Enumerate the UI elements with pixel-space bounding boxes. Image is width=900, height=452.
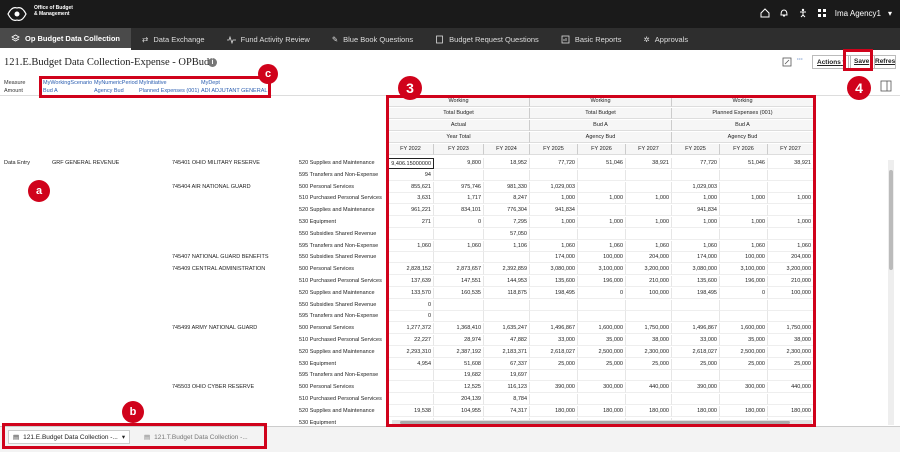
tab-blue-book-questions[interactable]: ✎ Blue Book Questions	[321, 28, 424, 50]
dept-label: 745407 NATIONAL GUARD BENEFITS	[172, 254, 269, 261]
tab-op-budget-data-collection[interactable]: Op Budget Data Collection	[0, 28, 132, 50]
dept-label	[172, 394, 297, 405]
dept-label	[172, 241, 297, 252]
account-label: 510 Purchased Personal Services	[299, 195, 382, 202]
approvals-icon: ✲	[643, 34, 650, 44]
dept-label: 745499 ARMY NATIONAL GUARD	[172, 325, 258, 332]
nav-tabs: Op Budget Data Collection ⇄ Data Exchange…	[0, 28, 900, 50]
dept-label: 745409 CENTRAL ADMINISTRATION	[172, 266, 266, 273]
account-label: 550 Subsidies Shared Revenue	[299, 230, 377, 237]
account-label: 500 Personal Services	[299, 384, 355, 391]
callout-c-badge: c	[258, 64, 278, 84]
dept-label	[172, 205, 297, 216]
tab-data-exchange[interactable]: ⇄ Data Exchange	[131, 28, 216, 50]
account-label: 520 Supplies and Maintenance	[299, 348, 375, 355]
ohio-logo-icon	[7, 7, 27, 21]
fund-label: GRF GENERAL REVENUE	[52, 160, 120, 166]
account-label: 510 Purchased Personal Services	[299, 396, 382, 402]
refresh-button[interactable]: Refresh	[872, 55, 896, 69]
callout-3-box	[386, 95, 816, 427]
page-header: 121.E.Budget Data Collection-Expense - O…	[0, 52, 900, 72]
account-label: 550 Subsidies Shared Revenue	[299, 301, 377, 308]
info-icon[interactable]: i	[208, 58, 217, 67]
account-label: 595 Transfers and Non-Expense	[299, 313, 379, 320]
account-label: 530 Equipment	[299, 360, 336, 367]
edit-form-icon[interactable]	[782, 57, 792, 67]
dept-label: 745401 OHIO MILITARY RESERVE	[172, 160, 260, 166]
exchange-icon: ⇄	[142, 34, 149, 44]
account-label: 550 Subsidies Shared Revenue	[299, 254, 377, 261]
account-label: 510 Purchased Personal Services	[299, 278, 382, 284]
accessibility-icon[interactable]	[797, 7, 809, 19]
dept-label	[172, 229, 297, 240]
dept-label	[172, 288, 297, 299]
callout-b-box	[2, 423, 267, 449]
home-icon[interactable]	[759, 7, 771, 19]
account-label: 520 Supplies and Maintenance	[299, 207, 375, 214]
dept-label	[172, 311, 297, 322]
dept-label	[172, 300, 297, 311]
account-label: 595 Transfers and Non-Expense	[299, 242, 379, 249]
dept-label	[172, 193, 297, 204]
account-label: 520 Supplies and Maintenance	[299, 160, 375, 166]
navigator-icon[interactable]	[816, 7, 828, 19]
more-button[interactable]: ···	[797, 57, 803, 63]
top-bar: Office of Budget & Management Ima Agency1…	[0, 0, 900, 28]
callout-4-badge: 4	[847, 76, 871, 100]
pov-measure-label: Measure	[4, 80, 26, 86]
report-icon	[561, 35, 570, 43]
bell-icon[interactable]	[778, 7, 790, 19]
page-title: 121.E.Budget Data Collection-Expense - O…	[4, 57, 210, 68]
panel-toggle-icon[interactable]	[880, 80, 892, 92]
layers-icon	[11, 34, 20, 41]
dept-label: 745404 AIR NATIONAL GUARD	[172, 183, 251, 190]
account-label: 520 Supplies and Maintenance	[299, 289, 375, 296]
account-label: 500 Personal Services	[299, 183, 355, 190]
account-label: 500 Personal Services	[299, 266, 355, 273]
dept-label	[172, 359, 297, 370]
dept-label	[172, 170, 297, 181]
pov-amount-label: Amount	[4, 88, 23, 94]
pulse-icon	[226, 35, 236, 44]
dept-label	[172, 347, 297, 358]
callout-a-badge: a	[28, 180, 50, 202]
document-icon	[436, 35, 444, 43]
chevron-down-icon[interactable]: ▾	[888, 9, 892, 18]
user-menu[interactable]: Ima Agency1	[835, 9, 881, 18]
callout-3-badge: 3	[398, 76, 422, 100]
dept-label	[172, 217, 297, 228]
account-label: 530 Equipment	[299, 219, 336, 225]
account-label: 530 Equipment	[299, 419, 336, 425]
tab-fund-activity-review[interactable]: Fund Activity Review	[216, 28, 321, 50]
dept-label	[172, 370, 297, 381]
tab-approvals[interactable]: ✲ Approvals	[633, 28, 700, 50]
dept-label	[172, 406, 297, 417]
dept-label: 745503 OHIO CYBER RESERVE	[172, 384, 255, 391]
callout-b-badge: b	[122, 401, 144, 423]
data-entry-label: Data Entry	[4, 160, 30, 166]
account-label: 595 Transfers and Non-Expense	[299, 372, 379, 379]
account-label: 500 Personal Services	[299, 325, 355, 332]
account-label: 595 Transfers and Non-Expense	[299, 171, 379, 178]
dept-label	[172, 276, 297, 287]
vertical-scroll-thumb[interactable]	[889, 170, 893, 270]
pencil-icon: ✎	[331, 34, 339, 44]
org-name: Office of Budget & Management	[34, 5, 73, 17]
tab-basic-reports[interactable]: Basic Reports	[550, 28, 633, 50]
account-label: 520 Supplies and Maintenance	[299, 407, 375, 414]
account-label: 510 Purchased Personal Services	[299, 337, 382, 343]
dept-label	[172, 335, 297, 346]
callout-c-box	[39, 76, 271, 98]
callout-4-box	[843, 49, 873, 71]
tab-budget-request-questions[interactable]: Budget Request Questions	[424, 28, 550, 50]
